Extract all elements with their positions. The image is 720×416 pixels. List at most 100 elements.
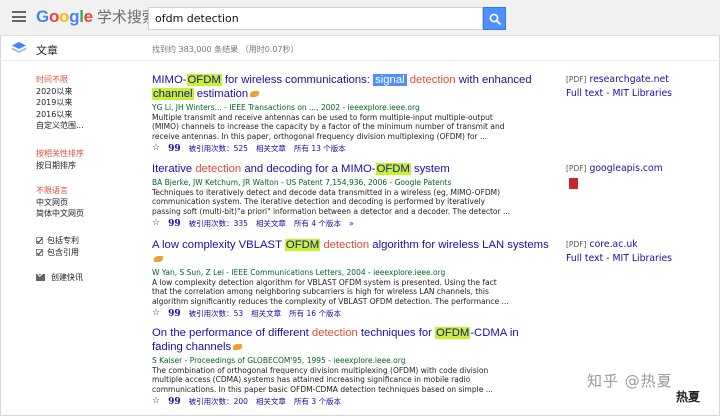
- include-patents-option[interactable]: 包括专利: [36, 235, 79, 247]
- title-highlight: OFDM: [375, 163, 411, 175]
- snippet-line: receive antennas. In this paper, orthogo…: [152, 131, 488, 141]
- related-articles-link[interactable]: 相关文章: [256, 218, 286, 229]
- time-filter-custom[interactable]: 自定义范围...: [36, 120, 84, 132]
- result-snippet: The combination of orthogonal frequency …: [152, 366, 552, 394]
- time-filter-2019[interactable]: 2019以来: [36, 97, 84, 109]
- snippet-line: that the correlation among neighboring s…: [152, 287, 489, 297]
- title-highlight: OFDM: [284, 239, 321, 251]
- language-chinese[interactable]: 中文网页: [36, 197, 84, 209]
- title-highlight: OFDM: [186, 74, 222, 86]
- save-star-icon[interactable]: ☆: [152, 144, 160, 153]
- related-articles-link[interactable]: 相关文章: [251, 308, 281, 319]
- time-filter-2020[interactable]: 2020以来: [36, 86, 84, 98]
- result-authors: S Kaiser - Proceedings of GLOBECOM'95, 1…: [152, 356, 406, 365]
- result-title-link[interactable]: A low complexity VBLAST OFDM detection a…: [152, 238, 552, 266]
- result-title-link[interactable]: On the performance of different detectio…: [152, 326, 552, 354]
- fulltext-link-text: Full text - MIT Libraries: [566, 88, 673, 99]
- include-citations-option[interactable]: 包含引用: [36, 247, 79, 259]
- result-snippet: A low complexity detection algorithm for…: [152, 278, 552, 306]
- search-button[interactable]: [483, 7, 506, 30]
- title-keyword: detection: [195, 163, 242, 175]
- time-filter-group: 时间不限 2020以来 2019以来 2016以来 自定义范围...: [36, 74, 84, 132]
- include-citations-label: 包含引用: [47, 247, 79, 257]
- snippet-line: Multiple transmit and receive antennas c…: [152, 113, 493, 122]
- title-keyword: detection: [311, 327, 358, 339]
- checkbox[interactable]: [36, 248, 43, 256]
- checkbox[interactable]: [36, 237, 43, 245]
- sort-by-relevance[interactable]: 按相关性排序: [36, 148, 84, 160]
- fulltext-link-researchgate[interactable]: [PDF] researchgate.net: [566, 73, 669, 86]
- result-count: 找到约 383,000 条结果 （用时0.07秒）: [152, 45, 299, 54]
- title-keyword: detection: [323, 239, 370, 251]
- cited-by-link[interactable]: 被引用次数：525: [189, 143, 248, 154]
- fulltext-link-mit[interactable]: Full text - MIT Libraries: [566, 87, 672, 100]
- hot-icon: [154, 256, 163, 263]
- cite-quote-icon[interactable]: 99: [168, 397, 181, 407]
- cite-quote-icon[interactable]: 99: [168, 144, 181, 154]
- result-actions: ☆ 99 被引用次数：53 相关文章 所有 16 个版本: [152, 308, 552, 319]
- result-title-link[interactable]: MIMO-OFDM for wireless communications: s…: [152, 73, 552, 101]
- snippet-line: A low complexity detection algorithm for…: [152, 278, 497, 287]
- include-patents-label: 包括专利: [47, 236, 79, 245]
- menu-icon[interactable]: [12, 11, 26, 22]
- google-scholar-logo[interactable]: Google 学术搜索: [36, 6, 157, 27]
- zhihu-watermark: 知乎 @热夏: [587, 372, 673, 390]
- all-versions-link[interactable]: 所有 13 个版本: [294, 143, 346, 154]
- logo-letter: o: [48, 7, 60, 26]
- snippet-line: algorithm significantly reduces the comp…: [152, 296, 509, 306]
- hot-icon: [233, 344, 243, 351]
- related-articles-link[interactable]: 相关文章: [256, 396, 286, 407]
- save-star-icon[interactable]: ☆: [152, 309, 160, 318]
- result-snippet: Multiple transmit and receive antennas c…: [152, 113, 552, 141]
- all-versions-link[interactable]: 所有 4 个版本: [294, 218, 341, 229]
- fulltext-link-core[interactable]: [PDF] core.ac.uk: [566, 238, 638, 251]
- more-options-icon[interactable]: »: [349, 219, 354, 228]
- title-text: with enhanced: [455, 74, 532, 86]
- cited-by-link[interactable]: 被引用次数：200: [189, 396, 248, 407]
- result-actions: ☆ 99 被引用次数：200 相关文章 所有 3 个版本: [152, 396, 552, 407]
- related-articles-link[interactable]: 相关文章: [256, 143, 286, 154]
- snippet-line: communication system. The iterative dete…: [152, 197, 486, 207]
- title-text: and decoding for a MIMO-: [241, 163, 376, 175]
- article-stack-icon: [12, 42, 26, 53]
- result-actions: ☆ 99 被引用次数：525 相关文章 所有 13 个版本: [152, 143, 552, 154]
- snippet-line: passing soft (multi-bit)"a priori" infor…: [152, 206, 511, 216]
- sort-by-date[interactable]: 按日期排序: [36, 160, 84, 172]
- language-any[interactable]: 不限语言: [36, 185, 84, 197]
- pdf-icon[interactable]: [569, 178, 578, 189]
- snippet-line: communications. In this paper basic OFDM…: [152, 384, 493, 394]
- save-star-icon[interactable]: ☆: [152, 219, 160, 228]
- logo-letter: o: [59, 7, 70, 26]
- search-input[interactable]: ofdm detection: [148, 7, 483, 30]
- time-filter-2016[interactable]: 2016以来: [36, 109, 84, 121]
- title-text: Iterative: [152, 163, 196, 175]
- result-authors: W Yan, S Sun, Z Lei - IEEE Communication…: [152, 268, 446, 277]
- title-highlight: signal: [373, 74, 407, 86]
- fulltext-link-googleapis[interactable]: [PDF] googleapis.com: [566, 162, 663, 175]
- result-authors: YG Li, JH Winters... - IEEE Transactions…: [152, 103, 420, 112]
- cite-quote-icon[interactable]: 99: [168, 309, 181, 319]
- create-alert[interactable]: 创建快讯: [36, 272, 83, 284]
- cited-by-link[interactable]: 被引用次数：335: [189, 218, 248, 229]
- fulltext-link-text: googleapis.com: [589, 163, 663, 174]
- language-group: 不限语言 中文网页 简体中文网页: [36, 185, 84, 220]
- divider: [0, 60, 720, 61]
- section-label[interactable]: 文章: [36, 42, 58, 58]
- title-text: estimation: [193, 88, 249, 100]
- result-title-link[interactable]: Iterative detection and decoding for a M…: [152, 162, 552, 176]
- language-simplified-chinese[interactable]: 简体中文网页: [36, 208, 84, 220]
- logo-letter: G: [36, 7, 49, 26]
- cited-by-link[interactable]: 被引用次数：53: [189, 308, 244, 319]
- result-item: MIMO-OFDM for wireless communications: s…: [152, 73, 552, 154]
- time-filter-any[interactable]: 时间不限: [36, 74, 84, 86]
- all-versions-link[interactable]: 所有 3 个版本: [294, 396, 341, 407]
- result-snippet: Techniques to iteratively detect and dec…: [152, 188, 552, 216]
- title-text: MIMO-: [152, 74, 187, 86]
- all-versions-link[interactable]: 所有 16 个版本: [289, 308, 341, 319]
- hot-icon: [250, 91, 260, 98]
- top-bar: Google 学术搜索 ofdm detection: [0, 0, 720, 36]
- save-star-icon[interactable]: ☆: [152, 397, 160, 406]
- cite-quote-icon[interactable]: 99: [168, 219, 181, 229]
- fulltext-link-mit[interactable]: Full text - MIT Libraries: [566, 252, 672, 265]
- mail-icon: [36, 274, 45, 282]
